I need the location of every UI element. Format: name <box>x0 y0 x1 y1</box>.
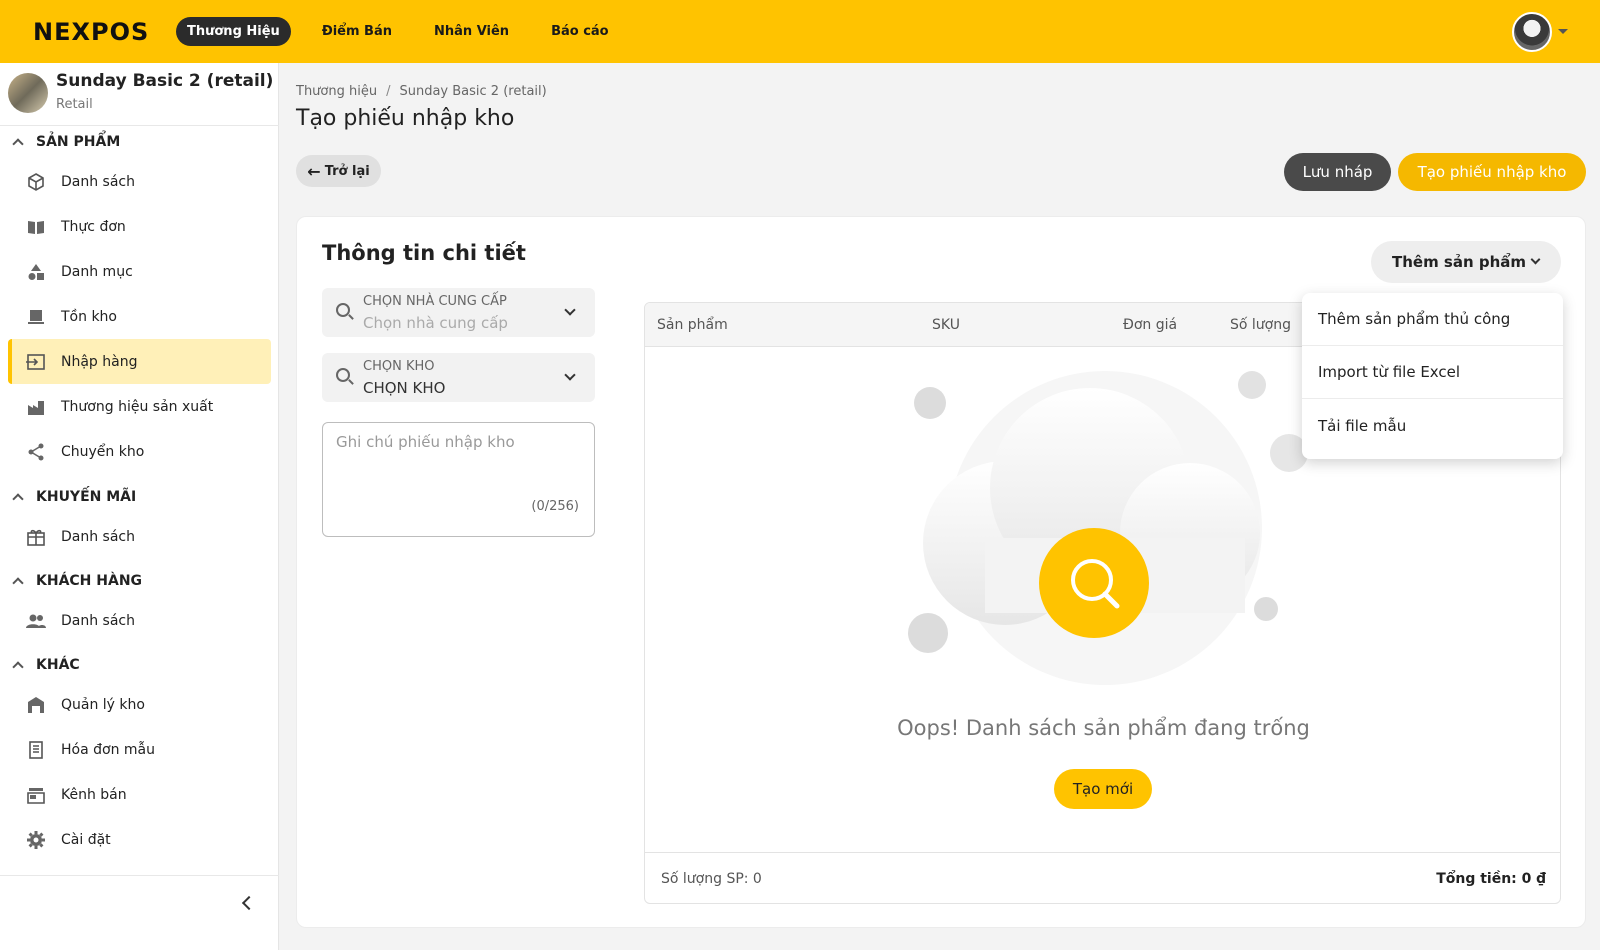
breadcrumb-brand[interactable]: Thương hiệu <box>296 84 377 99</box>
chevron-down-icon[interactable] <box>564 369 576 381</box>
section-khac[interactable]: KHÁC <box>12 657 80 673</box>
col-sku: SKU <box>932 317 960 333</box>
factory-icon <box>25 396 47 418</box>
store-header[interactable]: Sunday Basic 2 (retail) Retail <box>0 63 279 126</box>
search-icon <box>336 303 350 317</box>
sidebar-item-khach-hang-danh-sach[interactable]: Danh sách <box>8 598 271 643</box>
box-icon <box>25 171 47 193</box>
sidebar-item-ton-kho[interactable]: Tồn kho <box>8 294 271 339</box>
category-icon <box>25 261 47 283</box>
store-avatar <box>8 73 48 113</box>
store-name: Sunday Basic 2 (retail) <box>56 71 274 91</box>
back-button[interactable]: ← Trở lại <box>296 155 381 187</box>
save-draft-button[interactable]: Lưu nháp <box>1284 153 1391 191</box>
empty-illustration <box>908 371 1308 685</box>
create-receipt-button[interactable]: Tạo phiếu nhập kho <box>1398 153 1586 191</box>
col-so-luong: Số lượng <box>1230 317 1291 333</box>
nav-nhan-vien[interactable]: Nhân Viên <box>423 17 520 46</box>
nav-diem-ban[interactable]: Điểm Bán <box>311 17 403 46</box>
supplier-label: CHỌN NHÀ CUNG CẤP <box>363 294 507 309</box>
add-product-menu: Thêm sản phẩm thủ công Import từ file Ex… <box>1302 293 1563 459</box>
page-title: Tạo phiếu nhập kho <box>296 106 515 131</box>
table-footer: Số lượng SP: 0 Tổng tiền: 0 ₫ <box>645 852 1560 903</box>
search-icon <box>336 368 350 382</box>
chevron-down-icon <box>1530 254 1541 265</box>
sidebar-item-thuong-hieu-san-xuat[interactable]: Thương hiệu sản xuất <box>8 384 271 429</box>
import-icon <box>25 351 47 373</box>
sidebar-item-chuyen-kho[interactable]: Chuyển kho <box>8 429 271 474</box>
sidebar-item-danh-muc[interactable]: Danh mục <box>8 249 271 294</box>
menu-item-manual[interactable]: Thêm sản phẩm thủ công <box>1302 293 1563 346</box>
details-title: Thông tin chi tiết <box>322 241 526 265</box>
store-icon <box>25 784 47 806</box>
people-icon <box>25 610 47 632</box>
gear-icon <box>25 829 47 851</box>
top-nav: Thương Hiệu Điểm Bán Nhân Viên Báo cáo <box>176 17 640 46</box>
nexpos-logo[interactable]: NEXPOS <box>33 18 149 46</box>
sidebar-item-hoa-don-mau[interactable]: Hóa đơn mẫu <box>8 727 271 772</box>
warehouse-select[interactable]: CHỌN KHO CHỌN KHO <box>322 353 595 402</box>
sidebar-item-thuc-don[interactable]: Thực đơn <box>8 204 271 249</box>
sidebar-item-danh-sach[interactable]: Danh sách <box>8 159 271 204</box>
product-count: Số lượng SP: 0 <box>661 871 762 887</box>
chevron-up-icon <box>12 138 24 150</box>
section-khuyen-mai[interactable]: KHUYẾN MÃI <box>12 489 136 505</box>
chevron-left-icon[interactable] <box>241 895 257 911</box>
col-don-gia: Đơn giá <box>1123 317 1178 333</box>
add-product-button[interactable]: Thêm sản phẩm <box>1371 241 1561 283</box>
chevron-up-icon <box>12 577 24 589</box>
store-type: Retail <box>56 97 93 112</box>
chevron-down-icon[interactable] <box>564 304 576 316</box>
sidebar: Sunday Basic 2 (retail) Retail SẢN PHẨM … <box>0 63 279 950</box>
chevron-up-icon <box>12 493 24 505</box>
sidebar-item-cai-dat[interactable]: Cài đặt <box>8 817 271 862</box>
nav-bao-cao[interactable]: Báo cáo <box>540 17 620 46</box>
arrow-left-icon: ← <box>307 161 321 181</box>
sidebar-item-kenh-ban[interactable]: Kênh bán <box>8 772 271 817</box>
gift-icon <box>25 526 47 548</box>
col-san-pham: Sản phẩm <box>657 317 728 333</box>
menu-item-download-template[interactable]: Tải file mẫu <box>1302 399 1563 452</box>
chevron-down-icon[interactable] <box>1558 29 1568 34</box>
sidebar-item-nhap-hang[interactable]: Nhập hàng <box>8 339 271 384</box>
section-san-pham[interactable]: SẢN PHẨM <box>12 134 120 150</box>
inventory-icon <box>25 306 47 328</box>
empty-message: Oops! Danh sách sản phẩm đang trống <box>897 716 1310 740</box>
supplier-placeholder: Chọn nhà cung cấp <box>363 314 508 332</box>
sidebar-item-khuyen-mai-danh-sach[interactable]: Danh sách <box>8 514 271 559</box>
note-placeholder: Ghi chú phiếu nhập kho <box>336 433 515 451</box>
warehouse-icon <box>25 694 47 716</box>
top-bar: NEXPOS Thương Hiệu Điểm Bán Nhân Viên Bá… <box>0 0 1600 63</box>
warehouse-label: CHỌN KHO <box>363 359 435 374</box>
nav-thuong-hieu[interactable]: Thương Hiệu <box>176 17 291 46</box>
menu-item-import-excel[interactable]: Import từ file Excel <box>1302 346 1563 399</box>
create-new-button[interactable]: Tạo mới <box>1054 769 1152 809</box>
warehouse-value: CHỌN KHO <box>363 379 446 397</box>
note-textarea[interactable]: Ghi chú phiếu nhập kho (0/256) <box>322 422 595 537</box>
user-avatar[interactable] <box>1512 12 1552 52</box>
sidebar-item-quan-ly-kho[interactable]: Quản lý kho <box>8 682 271 727</box>
total-amount: Tổng tiền: 0 ₫ <box>1436 871 1546 887</box>
breadcrumb: Thương hiệu / Sunday Basic 2 (retail) <box>296 84 547 99</box>
supplier-select[interactable]: CHỌN NHÀ CUNG CẤP Chọn nhà cung cấp <box>322 288 595 337</box>
chevron-up-icon <box>12 661 24 673</box>
breadcrumb-store[interactable]: Sunday Basic 2 (retail) <box>399 84 546 99</box>
note-counter: (0/256) <box>531 499 579 514</box>
receipt-icon <box>25 739 47 761</box>
menu-book-icon <box>25 216 47 238</box>
section-khach-hang[interactable]: KHÁCH HÀNG <box>12 573 142 589</box>
sidebar-divider <box>0 875 279 876</box>
share-icon <box>25 441 47 463</box>
